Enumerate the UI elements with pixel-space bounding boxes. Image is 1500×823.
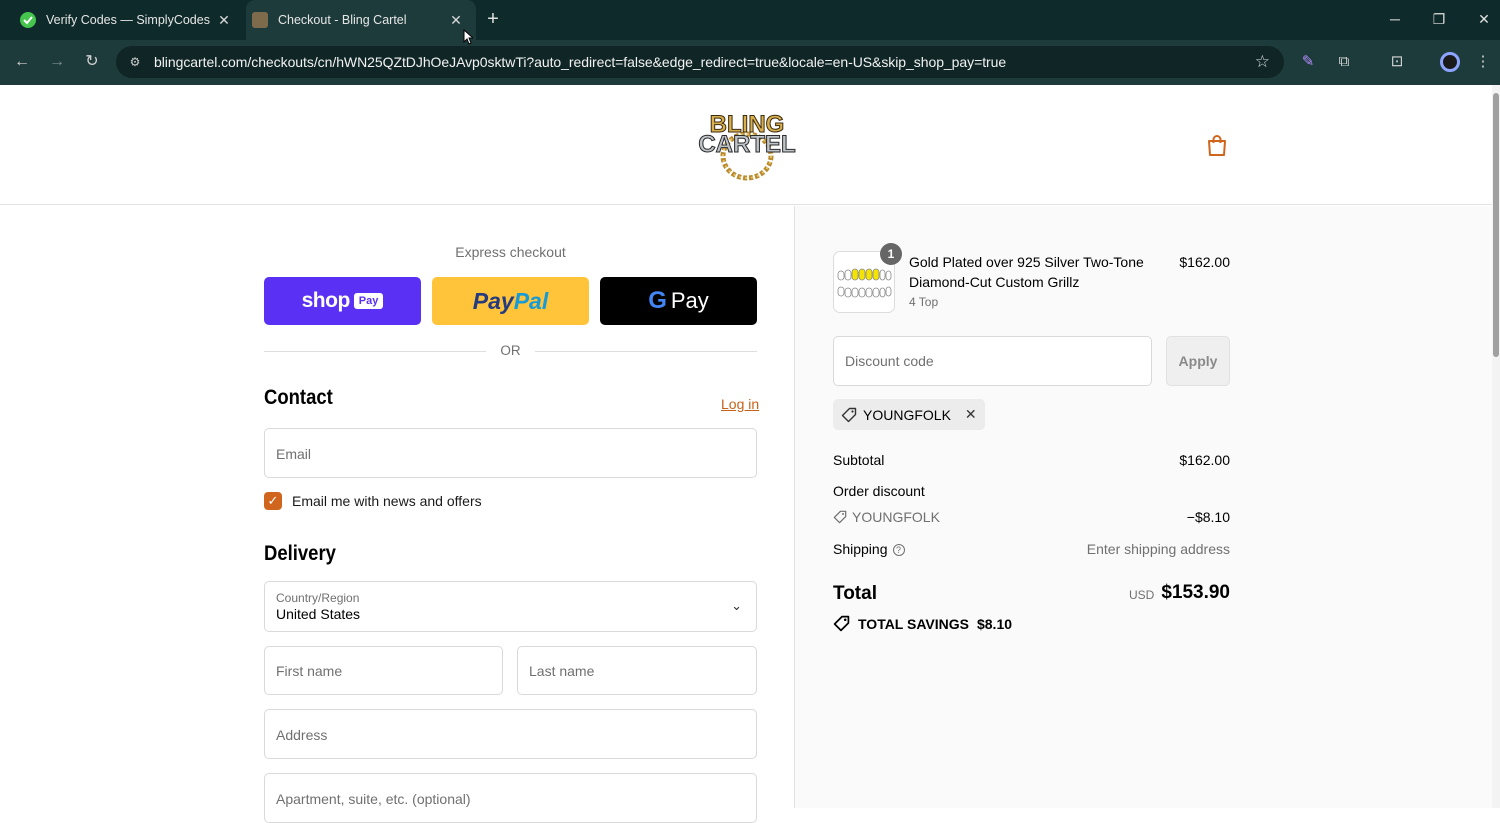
order-summary: 1 Gold Plated over 925 Silver Two-Tone D… xyxy=(794,206,1492,808)
last-name-field[interactable]: Last name xyxy=(517,646,757,695)
shipping-row: Shipping? xyxy=(833,541,905,557)
savings-tag-icon xyxy=(833,615,850,632)
country-select[interactable]: Country/Region United States ⌄ xyxy=(264,581,757,632)
minimize-icon[interactable]: ─ xyxy=(1383,8,1407,30)
feather-extension-icon[interactable]: ✎ xyxy=(1297,51,1319,73)
log-in-link[interactable]: Log in xyxy=(721,396,759,412)
reload-icon[interactable]: ↻ xyxy=(81,51,103,73)
extensions-icon[interactable]: ⧉ xyxy=(1333,51,1355,73)
bling-cartel-logo[interactable]: BLING CARTEL xyxy=(688,110,806,182)
more-menu-icon[interactable]: ⋮ xyxy=(1472,51,1494,73)
close-tab-icon[interactable]: ✕ xyxy=(448,12,464,28)
bling-cartel-favicon-icon xyxy=(252,12,268,28)
tab-search-icon[interactable]: ⊡ xyxy=(1386,51,1408,73)
savings-value: $8.10 xyxy=(976,615,1013,632)
paypal-button[interactable]: PayPal xyxy=(432,277,589,325)
paypal-wordmark: PayPal xyxy=(472,287,549,314)
shop-pay-button[interactable]: shop Pay xyxy=(264,277,421,325)
shop-pay-pill: Pay xyxy=(353,293,384,309)
svg-text:CARTEL: CARTEL xyxy=(698,131,795,158)
address-bar[interactable]: ⚙ blingcartel.com/checkouts/cn/hWN25QZtD… xyxy=(116,46,1284,78)
site-settings-icon[interactable]: ⚙ xyxy=(126,53,144,71)
google-g-icon: G xyxy=(648,287,667,314)
total-savings: TOTAL SAVINGS $8.10 xyxy=(833,615,1012,632)
bookmark-star-icon[interactable]: ☆ xyxy=(1255,52,1270,72)
or-divider: OR xyxy=(264,343,757,359)
total-currency: USD xyxy=(1129,588,1155,602)
total-value: $153.90 xyxy=(1161,582,1230,603)
applied-code-label: YOUNGFOLK xyxy=(863,406,951,423)
tab-title: Checkout - Bling Cartel xyxy=(278,13,407,27)
discount-amount: −$8.10 xyxy=(1186,509,1230,525)
remove-code-icon[interactable]: ✕ xyxy=(965,406,977,423)
newsletter-label: Email me with news and offers xyxy=(292,493,482,509)
address-field[interactable]: Address xyxy=(264,709,757,759)
discount-code-input[interactable]: Discount code xyxy=(833,336,1152,386)
savings-label: TOTAL SAVINGS xyxy=(858,615,969,632)
close-window-icon[interactable]: ✕ xyxy=(1472,8,1496,30)
tag-icon xyxy=(841,407,857,422)
checkout-form: Express checkout shop Pay PayPal G Pay O… xyxy=(0,206,794,823)
back-icon[interactable]: ← xyxy=(11,51,33,73)
url-text[interactable]: blingcartel.com/checkouts/cn/hWN25QZtDJh… xyxy=(154,54,1006,70)
express-checkout-title: Express checkout xyxy=(455,244,566,260)
apply-discount-button[interactable]: Apply xyxy=(1166,336,1230,386)
close-tab-icon[interactable]: ✕ xyxy=(216,12,232,28)
shipping-value: Enter shipping address xyxy=(1086,541,1230,557)
shopping-bag-icon[interactable] xyxy=(1206,133,1228,157)
tab-title: Verify Codes — SimplyCodes xyxy=(46,13,210,27)
total-label: Total xyxy=(833,583,877,604)
subtotal-label: Subtotal xyxy=(833,452,885,468)
delivery-heading: Delivery xyxy=(264,542,336,565)
discount-code-name: YOUNGFOLK xyxy=(852,509,940,525)
discount-code-row: YOUNGFOLK xyxy=(833,509,940,525)
profile-avatar[interactable] xyxy=(1440,52,1460,72)
shop-pay-wordmark: shop xyxy=(301,289,351,312)
chevron-down-icon: ⌄ xyxy=(731,598,742,613)
contact-heading: Contact xyxy=(264,386,333,409)
shipping-label: Shipping xyxy=(833,541,888,557)
browser-toolbar: ← → ↻ ⚙ blingcartel.com/checkouts/cn/hWN… xyxy=(0,40,1500,85)
tab-simplycodes[interactable]: Verify Codes — SimplyCodes ✕ xyxy=(8,0,244,40)
email-field[interactable]: Email xyxy=(264,428,757,478)
simplycodes-icon xyxy=(20,12,36,28)
mouse-cursor-icon xyxy=(463,29,473,45)
google-pay-button[interactable]: G Pay xyxy=(600,277,757,325)
applied-code-chip: YOUNGFOLK ✕ xyxy=(833,399,985,430)
site-header: BLING CARTEL xyxy=(0,85,1492,205)
email-placeholder: Email xyxy=(276,446,312,462)
tab-checkout[interactable]: Checkout - Bling Cartel ✕ xyxy=(246,0,476,40)
first-name-field[interactable]: First name xyxy=(264,646,503,695)
tag-icon xyxy=(833,510,847,524)
page-scrollbar[interactable] xyxy=(1492,85,1500,808)
product-variant: 4 Top xyxy=(909,295,939,309)
apartment-field[interactable]: Apartment, suite, etc. (optional) xyxy=(264,773,757,823)
forward-icon[interactable]: → xyxy=(46,51,68,73)
product-name: Gold Plated over 925 Silver Two-Tone Dia… xyxy=(909,254,1144,290)
restore-icon[interactable]: ❐ xyxy=(1427,8,1451,30)
google-pay-label: Pay xyxy=(670,288,709,313)
product-price: $162.00 xyxy=(1179,254,1230,270)
newsletter-checkbox[interactable]: ✓ xyxy=(264,492,282,510)
browser-tab-bar: Verify Codes — SimplyCodes ✕ Checkout - … xyxy=(0,0,1500,40)
order-discount-label: Order discount xyxy=(833,483,925,499)
country-label: Country/Region xyxy=(276,591,360,605)
subtotal-value: $162.00 xyxy=(1179,452,1230,468)
country-value: United States xyxy=(276,606,361,622)
quantity-badge: 1 xyxy=(880,243,902,265)
new-tab-button[interactable]: + xyxy=(482,8,504,30)
help-icon[interactable]: ? xyxy=(892,544,905,556)
